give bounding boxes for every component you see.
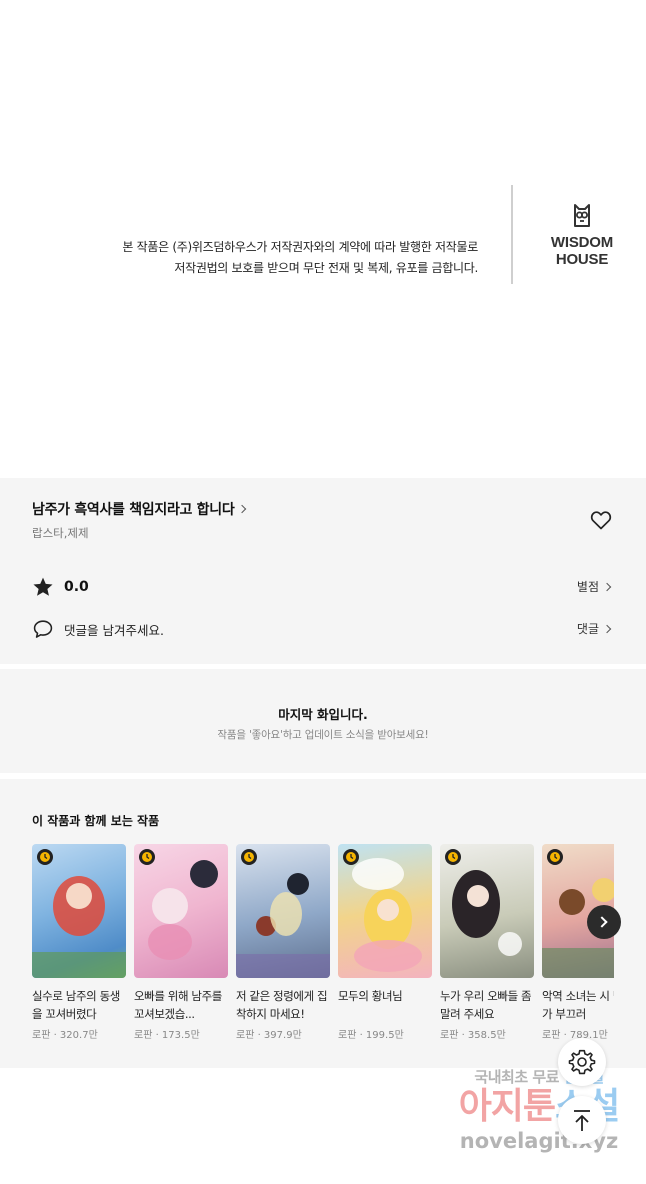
work-authors: 랍스타,제제	[32, 526, 89, 540]
rating-link-label: 별점	[576, 580, 599, 594]
last-episode-title: 마지막 화입니다.	[278, 707, 368, 722]
rec-thumbnail	[338, 844, 432, 978]
clock-icon	[445, 849, 461, 865]
rating-value: 0.0	[64, 579, 89, 595]
rec-meta: 로판 · 397.9만	[236, 1030, 302, 1041]
chevron-right-icon	[602, 624, 612, 633]
rec-card[interactable]: 저 같은 정령에게 집착하지 마세요! 로판 · 397.9만	[236, 844, 330, 1041]
rec-card[interactable]: 악역 소녀는 시 받기가 부끄러 로판 · 789.1만	[542, 844, 614, 1041]
owl-logo-icon	[574, 204, 590, 227]
divider	[511, 185, 513, 284]
heart-outline-icon[interactable]	[589, 508, 613, 532]
rec-card[interactable]: 누가 우리 오빠들 좀 말려 주세요 로판 · 358.5만	[440, 844, 534, 1041]
star-icon	[33, 577, 53, 596]
copyright-line-1: 본 작품은 (주)위즈덤하우스가 저작권자와의 계약에 따라 발행한 저작물로	[122, 240, 478, 254]
rec-thumbnail	[440, 844, 534, 978]
rec-title: 악역 소녀는 시 받기가 부끄러	[542, 989, 614, 1021]
rec-meta: 로판 · 358.5만	[440, 1030, 506, 1041]
clock-icon	[241, 849, 257, 865]
rec-title: 오빠를 위해 남주를 꼬셔보겠습...	[134, 989, 222, 1021]
rec-title: 실수로 남주의 동생을 꼬셔버렸다	[32, 989, 120, 1021]
comment-row[interactable]: 댓글을 남겨주세요. 댓글	[32, 617, 614, 641]
rec-card[interactable]: 오빠를 위해 남주를 꼬셔보겠습... 로판 · 173.5만	[134, 844, 228, 1041]
rec-thumbnail	[32, 844, 126, 978]
chevron-right-icon	[602, 582, 612, 591]
work-title: 남주가 흑역사를 책임지라고 합니다	[32, 502, 235, 518]
recommendations-title: 이 작품과 함께 보는 작품	[32, 814, 160, 828]
copyright-line-2: 저작권법의 보호를 받으며 무단 전재 및 복제, 유포를 금합니다.	[174, 261, 478, 275]
work-info-panel: 남주가 흑역사를 책임지라고 합니다 랍스타,제제 0.0 별점 댓글을 남겨주…	[0, 478, 646, 664]
rec-card[interactable]: 모두의 황녀님 로판 · 199.5만	[338, 844, 432, 1041]
logo-text-house: HOUSE	[555, 251, 609, 268]
clock-icon	[547, 849, 563, 865]
rec-meta: 로판 · 199.5만	[338, 1030, 404, 1041]
rec-thumbnail	[236, 844, 330, 978]
rating-row: 0.0 별점	[32, 575, 614, 599]
watermark-text-1a: 국내최초 무료	[474, 1068, 564, 1086]
last-episode-notice: 마지막 화입니다. 작품을 '좋아요'하고 업데이트 소식을 받아보세요!	[0, 669, 646, 773]
clock-icon	[37, 849, 53, 865]
watermark-text-2a: 아지툰	[458, 1086, 556, 1127]
work-title-link[interactable]: 남주가 흑역사를 책임지라고 합니다	[32, 499, 247, 519]
scroll-top-button[interactable]	[558, 1096, 606, 1144]
rec-thumbnail	[134, 844, 228, 978]
copyright-notice: 본 작품은 (주)위즈덤하우스가 저작권자와의 계약에 따라 발행한 저작물로 …	[122, 237, 478, 279]
clock-icon	[343, 849, 359, 865]
rec-meta: 로판 · 320.7만	[32, 1030, 98, 1041]
recommendations-carousel[interactable]: 실수로 남주의 동생을 꼬셔버렸다 로판 · 320.7만 오빠를 위해 남주를…	[32, 844, 614, 1054]
rec-title: 모두의 황녀님	[338, 989, 403, 1003]
gear-icon	[568, 1049, 596, 1075]
rec-title: 누가 우리 오빠들 좀 말려 주세요	[440, 989, 532, 1021]
comment-link[interactable]: 댓글	[576, 620, 612, 637]
settings-button[interactable]	[558, 1038, 606, 1086]
recommendations-section: 이 작품과 함께 보는 작품 실수로 남주의 동생을 꼬셔버렸다 로판 · 32…	[0, 779, 646, 1068]
comment-link-label: 댓글	[576, 622, 599, 636]
carousel-next-button[interactable]	[587, 905, 621, 939]
arrow-up-icon	[574, 1110, 590, 1131]
rec-title: 저 같은 정령에게 집착하지 마세요!	[236, 989, 328, 1021]
rating-link[interactable]: 별점	[576, 578, 612, 595]
chevron-right-icon	[596, 916, 608, 928]
speech-bubble-icon	[33, 620, 53, 638]
wisdom-house-logo: WISDOM HOUSE	[542, 202, 622, 268]
comment-placeholder: 댓글을 남겨주세요.	[64, 622, 164, 638]
rec-card[interactable]: 실수로 남주의 동생을 꼬셔버렸다 로판 · 320.7만	[32, 844, 126, 1041]
rec-meta: 로판 · 173.5만	[134, 1030, 200, 1041]
chevron-right-icon	[238, 504, 247, 514]
copyright-banner: 본 작품은 (주)위즈덤하우스가 저작권자와의 계약에 따라 발행한 저작물로 …	[0, 180, 646, 290]
logo-text-wisdom: WISDOM	[550, 234, 614, 251]
clock-icon	[139, 849, 155, 865]
last-episode-subtitle: 작품을 '좋아요'하고 업데이트 소식을 받아보세요!	[217, 729, 429, 741]
